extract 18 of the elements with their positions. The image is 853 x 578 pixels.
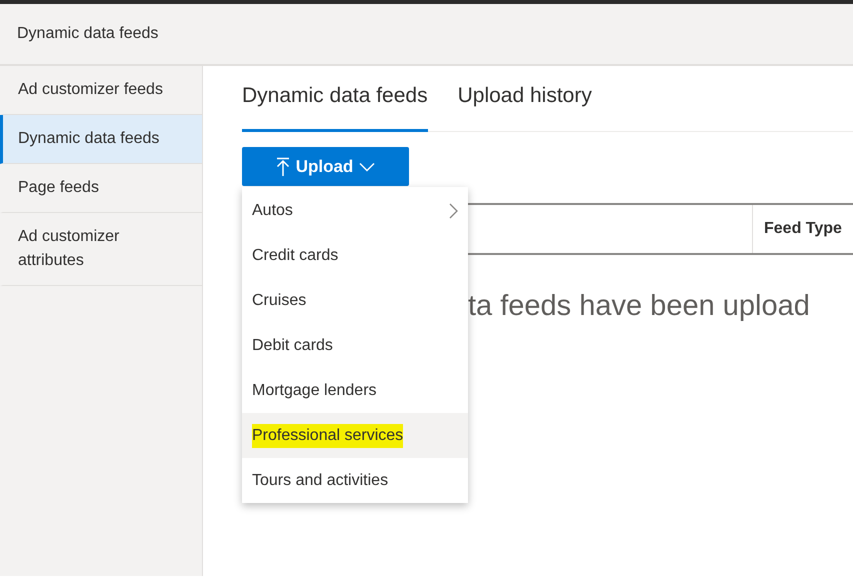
sidebar-item[interactable]: Ad customizer attributes [0, 213, 202, 286]
page-title: Dynamic data feeds [17, 24, 158, 44]
chevron-down-icon [359, 162, 376, 172]
sidebar-item[interactable]: Page feeds [0, 164, 202, 213]
upload-button[interactable]: Upload [242, 147, 409, 186]
menu-item[interactable]: Cruises [242, 278, 468, 323]
menu-item[interactable]: Credit cards [242, 233, 468, 278]
upload-icon [276, 156, 290, 176]
menu-item[interactable]: Tours and activities [242, 458, 468, 503]
menu-item[interactable]: Autos [242, 188, 468, 233]
menu-item[interactable]: Professional services [242, 413, 468, 458]
sidebar-item[interactable]: Dynamic data feeds [0, 115, 202, 164]
tab[interactable]: Dynamic data feeds [242, 80, 428, 132]
tab[interactable]: Upload history [458, 80, 592, 132]
menu-item[interactable]: Debit cards [242, 323, 468, 368]
menu-item[interactable]: Mortgage lenders [242, 368, 468, 413]
empty-message: ta feeds have been upload [468, 289, 810, 324]
column-header[interactable]: Feed Type [752, 205, 853, 253]
